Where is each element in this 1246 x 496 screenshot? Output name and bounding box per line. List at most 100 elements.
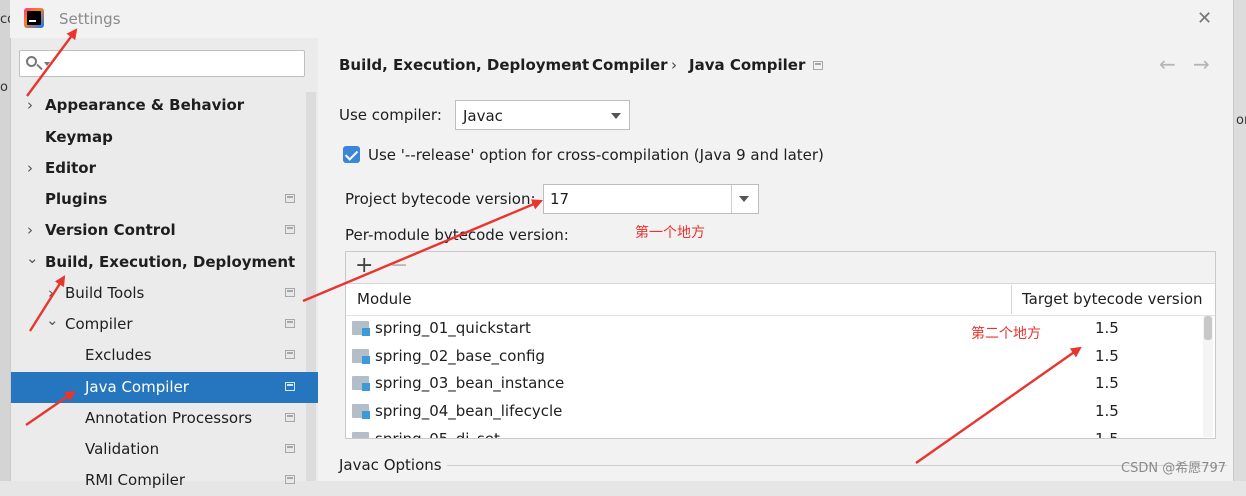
sidebar-item-build-execution-deployment[interactable]: ⌄ Build, Execution, Deployment — [11, 247, 318, 278]
annotation-second-place: 第二个地方 — [971, 326, 1041, 342]
per-module-bytecode-label: Per-module bytecode version: — [345, 226, 569, 244]
project-scope-icon — [285, 413, 295, 422]
release-option-label[interactable]: Use '--release' option for cross-compila… — [368, 146, 824, 164]
table-row[interactable]: spring_02_base_config 1.5 — [346, 343, 1202, 371]
module-name: spring_04_bean_lifecycle — [375, 402, 563, 420]
sidebar-item-label: Compiler — [65, 315, 133, 333]
section-divider — [447, 465, 1227, 466]
breadcrumb-java-compiler: Java Compiler — [689, 56, 806, 74]
search-icon — [26, 56, 37, 67]
project-scope-icon — [285, 194, 295, 203]
combo-divider — [731, 185, 732, 213]
project-bytecode-value[interactable]: 17 — [550, 190, 569, 208]
breadcrumb-compiler[interactable]: Compiler — [592, 56, 668, 74]
chevron-right-icon[interactable]: › — [27, 215, 33, 246]
remove-icon[interactable]: − — [390, 253, 408, 278]
sidebar-item-java-compiler[interactable]: Java Compiler — [11, 372, 318, 403]
use-compiler-select[interactable]: Javac — [455, 100, 630, 130]
sidebar-item-label: Build, Execution, Deployment — [45, 253, 296, 271]
module-target-version[interactable]: 1.5 — [1095, 430, 1119, 438]
module-folder-icon — [352, 376, 370, 391]
chevron-down-icon[interactable]: ⌄ — [46, 305, 59, 336]
background-app-strip — [0, 0, 10, 481]
chevron-down-icon[interactable]: ⌄ — [26, 243, 39, 274]
sidebar-item-annotation-processors[interactable]: Annotation Processors — [11, 403, 318, 434]
chevron-down-icon[interactable] — [739, 196, 749, 202]
breadcrumb-separator: › — [671, 56, 677, 74]
forward-arrow-icon[interactable]: → — [1193, 52, 1210, 76]
module-folder-icon — [352, 404, 370, 419]
sidebar-item-excludes[interactable]: Excludes — [11, 340, 318, 371]
table-scrollbar-thumb[interactable] — [1204, 316, 1212, 340]
column-header-module[interactable]: Module — [357, 290, 412, 308]
table-row[interactable]: spring_03_bean_instance 1.5 — [346, 370, 1202, 398]
sidebar-item-version-control[interactable]: › Version Control — [11, 215, 318, 246]
sidebar-item-compiler[interactable]: ⌄ Compiler — [11, 309, 318, 340]
sidebar-item-label: Appearance & Behavior — [45, 96, 245, 114]
module-folder-icon — [352, 432, 369, 438]
project-scope-icon — [285, 288, 295, 297]
sidebar-item-appearance-behavior[interactable]: › Appearance & Behavior — [11, 90, 318, 121]
sidebar-item-validation[interactable]: Validation — [11, 434, 318, 465]
use-compiler-label: Use compiler: — [339, 106, 442, 124]
close-icon[interactable]: ✕ — [1197, 8, 1212, 29]
module-target-version[interactable]: 1.5 — [1095, 374, 1119, 392]
sidebar-item-keymap[interactable]: Keymap — [11, 122, 318, 153]
project-scope-icon — [285, 382, 295, 391]
project-bytecode-combo[interactable] — [543, 184, 759, 214]
project-scope-icon — [285, 225, 295, 234]
project-scope-icon — [285, 319, 295, 328]
sidebar-item-label: Java Compiler — [85, 378, 189, 396]
chevron-right-icon[interactable]: › — [27, 90, 33, 121]
breadcrumb-build-execution-deployment[interactable]: Build, Execution, Deployment — [339, 56, 589, 74]
intellij-app-icon-mark — [29, 20, 36, 22]
table-row[interactable]: spring_04_bean_lifecycle 1.5 — [346, 398, 1202, 426]
search-input[interactable] — [19, 50, 305, 77]
csdn-watermark: CSDN @希愿797 — [1121, 461, 1227, 476]
module-target-version[interactable]: 1.5 — [1095, 319, 1119, 337]
column-header-target-version[interactable]: Target bytecode version — [1022, 290, 1203, 308]
background-text-fragment: o — [0, 80, 8, 95]
search-options-dropdown-icon[interactable] — [44, 62, 50, 66]
breadcrumb-separator: › — [574, 56, 580, 74]
intellij-app-icon-inner — [27, 11, 41, 25]
module-target-version[interactable]: 1.5 — [1095, 347, 1119, 365]
background-app-strip — [1232, 0, 1246, 481]
table-row[interactable]: spring_01_quickstart 1.5 — [346, 315, 1202, 343]
chevron-down-icon — [611, 113, 621, 119]
project-bytecode-label: Project bytecode version: — [345, 190, 536, 208]
window-title: Settings — [59, 10, 121, 28]
module-target-version[interactable]: 1.5 — [1095, 402, 1119, 420]
sidebar-item-label: Keymap — [45, 128, 113, 146]
sidebar-item-label: Version Control — [45, 221, 176, 239]
module-name: spring_03_bean_instance — [375, 374, 565, 392]
module-name: spring_01_quickstart — [375, 319, 531, 337]
sidebar-item-editor[interactable]: › Editor — [11, 153, 318, 184]
sidebar-item-label: Excludes — [85, 346, 152, 364]
add-icon[interactable]: + — [355, 253, 373, 278]
project-scope-icon — [285, 475, 295, 484]
table-toolbar — [346, 252, 1215, 284]
project-scope-icon — [813, 61, 823, 70]
table-row[interactable]: spring_05_di_set 1.5 — [346, 426, 1202, 438]
module-folder-icon — [352, 349, 370, 364]
background-text-fragment: or — [1236, 113, 1246, 128]
annotation-first-place: 第一个地方 — [635, 225, 705, 241]
module-folder-icon — [352, 321, 370, 336]
project-scope-icon — [285, 444, 295, 453]
use-compiler-value: Javac — [463, 107, 503, 125]
sidebar-item-label: Annotation Processors — [85, 409, 253, 427]
project-scope-icon — [285, 350, 295, 359]
sidebar-item-label: Editor — [45, 159, 96, 177]
module-name: spring_05_di_set — [375, 430, 500, 438]
column-divider[interactable] — [1011, 285, 1012, 314]
chevron-right-icon[interactable]: › — [27, 153, 33, 184]
module-name: spring_02_base_config — [375, 347, 545, 365]
javac-options-section-title: Javac Options — [339, 456, 442, 474]
sidebar-item-label: Validation — [85, 440, 160, 458]
sidebar-item-label: Build Tools — [65, 284, 145, 302]
sidebar-item-label: Plugins — [45, 190, 108, 208]
sidebar-item-plugins[interactable]: Plugins — [11, 184, 318, 215]
title-bar[interactable] — [10, 0, 1232, 38]
back-arrow-icon[interactable]: ← — [1159, 52, 1176, 76]
